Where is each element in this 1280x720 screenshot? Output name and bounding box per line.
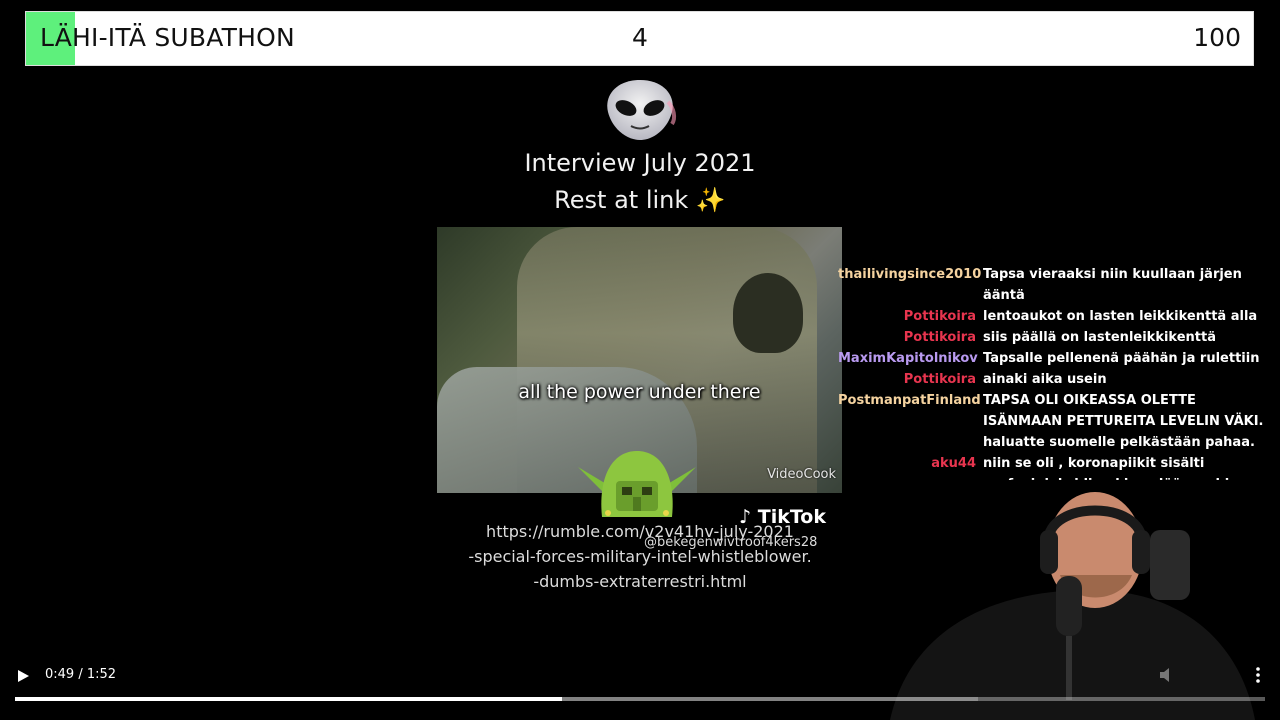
clip-subtitle: all the power under there (518, 381, 761, 403)
goblin-emote-icon (578, 451, 696, 517)
chat-text: TAPSA OLI OIKEASSA OLETTE ISÄNMAAN PETTU… (983, 393, 1264, 450)
chat-message: thailivingsince2010 Tapsa vieraaksi niin … (838, 264, 1278, 306)
chat-message: MaximKapitolnikov Tapsalle pellenenä pääh… (838, 348, 1278, 369)
chat-username: Pottikoira (903, 372, 976, 387)
chat-message: Pottikoira siis päällä on lastenleikkiken… (838, 327, 1278, 348)
more-options-icon[interactable] (1250, 666, 1266, 684)
chat-username: Pottikoira (903, 309, 976, 324)
subathon-title: LÄHI-ITÄ SUBATHON (40, 23, 295, 52)
chat-message: Pottikoira lentoaukot on lasten leikkiken… (838, 306, 1278, 327)
subathon-current-count: 4 (632, 23, 648, 52)
subathon-bar: LÄHI-ITÄ SUBATHON 4 100 (25, 11, 1254, 66)
chat-message: PostmanpatFinland TAPSA OLI OIKEASSA OLET… (838, 390, 1278, 453)
chat-text: lentoaukot on lasten leikkikenttä alla (983, 309, 1258, 324)
volume-icon[interactable] (1158, 666, 1176, 684)
chat-username: MaximKapitolnikov (838, 351, 978, 366)
streamer-webcam (870, 480, 1270, 720)
video-caption-subtitle: Rest at link ✨ (0, 186, 1280, 214)
videocook-watermark: VideoCook (767, 467, 836, 482)
alien-icon (607, 80, 677, 140)
play-icon[interactable] (16, 669, 30, 683)
chat-overlay: thailivingsince2010 Tapsa vieraaksi niin … (838, 264, 1278, 516)
chat-username: thailivingsince2010 (838, 267, 982, 282)
seek-bar-played (15, 697, 562, 701)
sparkle-icon: ✨ (695, 186, 726, 214)
video-caption-title: Interview July 2021 (524, 149, 756, 177)
subathon-goal-count: 100 (1193, 23, 1241, 52)
chat-text: Tapsalle pellenenä päähän ja rulettiin (983, 351, 1260, 366)
chat-text: ainaki aika usein (983, 372, 1107, 387)
seek-bar[interactable] (15, 697, 1265, 701)
army-patch (733, 273, 803, 353)
chat-text: siis päällä on lastenleikkikenttä (983, 330, 1216, 345)
chat-text: Tapsa vieraaksi niin kuullaan järjen ään… (983, 267, 1242, 303)
chat-username: Pottikoira (903, 330, 976, 345)
chat-username: PostmanpatFinland (838, 393, 981, 408)
chat-message: Pottikoira ainaki aika usein (838, 369, 1278, 390)
video-caption-rest-text: Rest at link (554, 186, 689, 214)
time-display: 0:49 / 1:52 (45, 667, 117, 682)
